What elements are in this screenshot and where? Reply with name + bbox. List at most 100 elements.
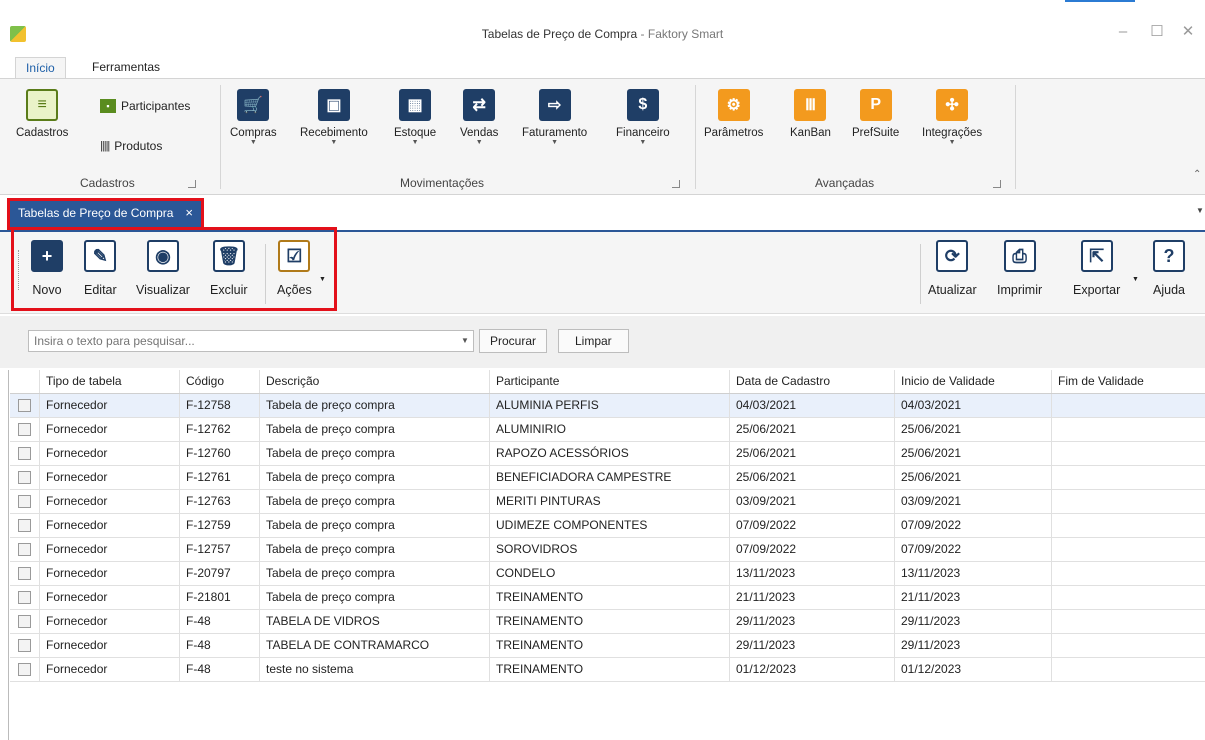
recebimento-button[interactable]: ▣ Recebimento ▼ xyxy=(300,89,368,147)
cadastros-button[interactable]: ≡ Cadastros xyxy=(16,89,68,139)
row-checkbox[interactable] xyxy=(18,639,31,652)
table-cell: 13/11/2023 xyxy=(730,562,895,585)
table-row[interactable]: Fornecedor F-12760 Tabela de preço compra R… xyxy=(10,442,1205,466)
table-row[interactable]: Fornecedor F-20797 Tabela de preço compra C… xyxy=(10,562,1205,586)
table-cell: 29/11/2023 xyxy=(730,610,895,633)
table-row[interactable]: Fornecedor F-12757 Tabela de preço compra S… xyxy=(10,538,1205,562)
table-cell: 25/06/2021 xyxy=(730,442,895,465)
exportar-button[interactable]: ⇱ Exportar xyxy=(1073,240,1120,297)
column-header[interactable]: Descrição xyxy=(260,370,490,393)
limpar-button[interactable]: Limpar xyxy=(558,329,629,353)
estoque-button[interactable]: ▦ Estoque ▼ xyxy=(394,89,436,147)
table-cell: BENEFICIADORA CAMPESTRE xyxy=(490,466,730,489)
column-header[interactable]: Tipo de tabela xyxy=(40,370,180,393)
table-row[interactable]: Fornecedor F-12762 Tabela de preço compra A… xyxy=(10,418,1205,442)
imprimir-button[interactable]: ⎙ Imprimir xyxy=(997,240,1042,297)
row-checkbox[interactable] xyxy=(18,567,31,580)
column-header[interactable]: Código xyxy=(180,370,260,393)
cadastros-label: Cadastros xyxy=(16,127,69,139)
table-row[interactable]: Fornecedor F-48 teste no sistema TREINAMENT… xyxy=(10,658,1205,682)
close-tab-icon[interactable]: × xyxy=(185,205,193,220)
compras-button[interactable]: 🛒 Compras ▼ xyxy=(230,89,277,147)
search-input[interactable] xyxy=(28,330,474,352)
table-row[interactable]: Fornecedor F-12758 Tabela de preço compra A… xyxy=(10,394,1205,418)
atualizar-button[interactable]: ⟳ Atualizar xyxy=(928,240,977,297)
collapse-ribbon-icon[interactable]: ⌃ xyxy=(1193,169,1201,180)
table-row[interactable]: Fornecedor F-48 TABELA DE CONTRAMARCO TREIN… xyxy=(10,634,1205,658)
user-card-icon: ▪ xyxy=(100,99,116,113)
row-checkbox[interactable] xyxy=(18,471,31,484)
row-checkbox-cell xyxy=(10,490,40,513)
parametros-button[interactable]: ⚙ Parâmetros xyxy=(704,89,763,139)
participantes-button[interactable]: ▪ Participantes xyxy=(100,99,190,113)
table-row[interactable]: Fornecedor F-21801 Tabela de preço compra T… xyxy=(10,586,1205,610)
column-header[interactable]: Data de Cadastro xyxy=(730,370,895,393)
table-cell: Tabela de preço compra xyxy=(260,538,490,561)
imprimir-label: Imprimir xyxy=(997,283,1043,297)
row-checkbox[interactable] xyxy=(18,495,31,508)
handshake-icon: ⇄ xyxy=(463,89,496,121)
table-cell: 25/06/2021 xyxy=(730,466,895,489)
row-checkbox[interactable] xyxy=(18,399,31,412)
table-cell: Fornecedor xyxy=(40,562,180,585)
row-checkbox[interactable] xyxy=(18,519,31,532)
doc-tab-label: Tabelas de Preço de Compra xyxy=(18,206,174,220)
group-separator xyxy=(1015,85,1016,189)
produtos-button[interactable]: ||||| Produtos xyxy=(100,139,162,153)
prefsuite-button[interactable]: P PrefSuite xyxy=(852,89,899,139)
table-cell: Tabela de preço compra xyxy=(260,442,490,465)
group-launcher-avancadas[interactable] xyxy=(993,180,1001,188)
chevron-down-icon: ▼ xyxy=(411,139,419,146)
row-checkbox[interactable] xyxy=(18,423,31,436)
table-cell: F-12758 xyxy=(180,394,260,417)
chevron-down-icon: ▼ xyxy=(948,139,956,146)
table-cell: 25/06/2021 xyxy=(895,466,1052,489)
close-button[interactable]: ✕ xyxy=(1178,22,1198,42)
table-row[interactable]: Fornecedor F-12759 Tabela de preço compra U… xyxy=(10,514,1205,538)
tab-tabelas-preco-compra[interactable]: Tabelas de Preço de Compra × xyxy=(6,198,205,230)
puzzle-icon: ✣ xyxy=(936,89,969,121)
prefsuite-icon: P xyxy=(859,89,892,121)
row-checkbox[interactable] xyxy=(18,663,31,676)
minimize-button[interactable]: – xyxy=(1113,22,1133,42)
row-checkbox[interactable] xyxy=(18,543,31,556)
tab-inicio[interactable]: Início xyxy=(15,57,66,79)
maximize-button[interactable]: ☐ xyxy=(1147,22,1167,42)
title-bar: Tabelas de Preço de Compra - Faktory Sma… xyxy=(0,0,1205,57)
financeiro-button[interactable]: $ Financeiro ▼ xyxy=(616,89,670,147)
column-header[interactable]: Fim de Validade xyxy=(1052,370,1195,393)
table-row[interactable]: Fornecedor F-12761 Tabela de preço compra B… xyxy=(10,466,1205,490)
row-checkbox-cell xyxy=(10,538,40,561)
column-header[interactable]: Inicio de Validade xyxy=(895,370,1052,393)
money-icon: $ xyxy=(626,89,659,121)
table-cell: TREINAMENTO xyxy=(490,658,730,681)
row-checkbox[interactable] xyxy=(18,447,31,460)
chevron-down-icon: ▼ xyxy=(551,139,559,146)
kanban-button[interactable]: Ⅲ KanBan xyxy=(790,89,831,139)
table-cell: SOROVIDROS xyxy=(490,538,730,561)
table-cell: F-21801 xyxy=(180,586,260,609)
table-cell: Fornecedor xyxy=(40,538,180,561)
integracoes-button[interactable]: ✣ Integrações ▼ xyxy=(922,89,982,147)
row-checkbox[interactable] xyxy=(18,615,31,628)
table-row[interactable]: Fornecedor F-12763 Tabela de preço compra M… xyxy=(10,490,1205,514)
price-table-grid: Tipo de tabela Código Descrição Particip… xyxy=(10,370,1205,682)
faturamento-button[interactable]: ⇨ Faturamento ▼ xyxy=(522,89,587,147)
group-launcher-movimentacoes[interactable] xyxy=(672,180,680,188)
table-row[interactable]: Fornecedor F-48 TABELA DE VIDROS TREINAMENT… xyxy=(10,610,1205,634)
exportar-dropdown-icon[interactable]: ▼ xyxy=(1132,276,1139,283)
table-cell xyxy=(1052,610,1195,633)
row-checkbox[interactable] xyxy=(18,591,31,604)
ribbon-tabs: Início Ferramentas xyxy=(0,57,1205,79)
vendas-button[interactable]: ⇄ Vendas ▼ xyxy=(460,89,498,147)
group-launcher-cadastros[interactable] xyxy=(188,180,196,188)
search-dropdown-icon[interactable]: ▼ xyxy=(457,331,473,351)
tab-list-dropdown-icon[interactable]: ▼ xyxy=(1196,206,1204,215)
ajuda-button[interactable]: ? Ajuda xyxy=(1153,240,1185,297)
procurar-button[interactable]: Procurar xyxy=(479,329,548,353)
ajuda-label: Ajuda xyxy=(1153,283,1185,297)
column-header[interactable]: Participante xyxy=(490,370,730,393)
compras-label: Compras xyxy=(230,127,277,139)
row-checkbox-cell xyxy=(10,562,40,585)
tab-ferramentas[interactable]: Ferramentas xyxy=(82,57,170,79)
